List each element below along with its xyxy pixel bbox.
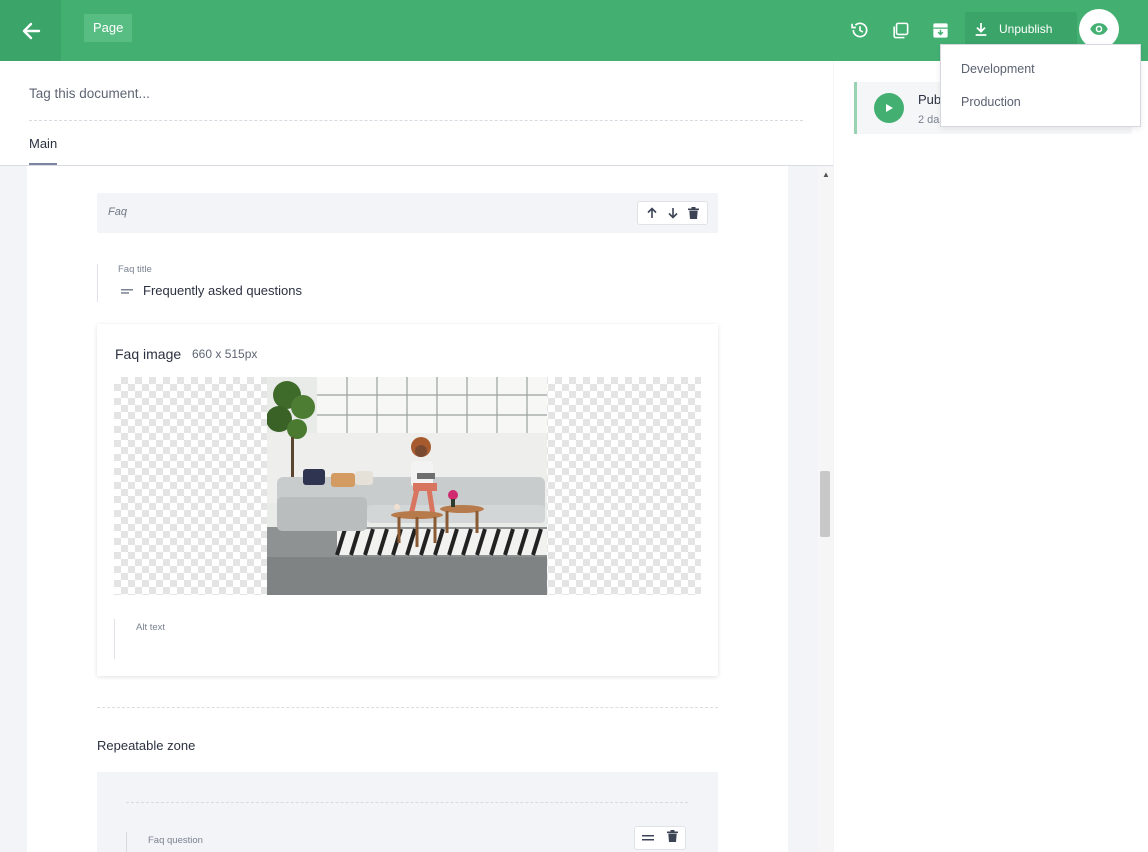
history-button[interactable] <box>848 18 872 42</box>
eye-icon <box>1090 23 1108 35</box>
tab-main[interactable]: Main <box>29 136 58 165</box>
arrow-down-icon <box>668 208 678 219</box>
status-title: Pub <box>918 92 942 107</box>
trash-icon <box>667 830 679 842</box>
archive-icon <box>932 22 948 38</box>
image-dimensions: 660 x 515px <box>192 347 258 361</box>
repeatable-zone: Faq question <box>97 772 718 852</box>
duplicate-icon <box>892 22 908 38</box>
history-icon <box>851 22 868 38</box>
image-preview[interactable] <box>114 377 701 595</box>
play-icon <box>886 104 893 112</box>
drag-handle[interactable] <box>641 829 654 847</box>
faq-title-field[interactable]: Faq title Frequently asked questions <box>97 264 397 302</box>
move-down-button[interactable] <box>667 207 679 219</box>
scroll-up-arrow[interactable]: ▲ <box>822 170 830 179</box>
slice-header: Faq <box>97 193 718 233</box>
status-sidebar: Pub 2 da <box>834 61 1148 852</box>
slice-actions <box>637 201 708 225</box>
faq-question-field[interactable]: Faq question <box>126 832 203 852</box>
preview-button[interactable] <box>1079 9 1119 49</box>
trash-icon <box>687 207 699 219</box>
photo-woman-on-sofa <box>267 377 547 595</box>
slice-title: Faq <box>108 206 127 218</box>
scroll-thumb[interactable] <box>820 471 830 537</box>
image-field-label: Faq image <box>115 346 182 362</box>
delete-slice-button[interactable] <box>687 207 699 219</box>
download-icon <box>975 23 987 36</box>
faq-title-label: Faq title <box>118 264 152 275</box>
section-divider <box>97 707 718 708</box>
repeatable-zone-label: Repeatable zone <box>97 738 196 753</box>
status-subtitle: 2 da <box>918 114 940 126</box>
editor-scroll-area: Faq Faq title Frequently asked questions… <box>0 166 833 852</box>
alt-text-field[interactable]: Alt text <box>114 619 414 659</box>
status-indicator <box>874 93 904 123</box>
arrow-up-icon <box>647 207 657 218</box>
tag-input[interactable] <box>29 83 803 121</box>
vertical-scrollbar[interactable]: ▲ <box>818 166 833 852</box>
arrow-left-icon <box>22 22 40 39</box>
repeatable-divider <box>126 802 688 803</box>
archive-button[interactable] <box>928 18 952 42</box>
editor-panel: Main Faq Faq title <box>0 61 833 852</box>
unpublish-button[interactable]: Unpublish <box>965 12 1077 46</box>
menu-item-development[interactable]: Development <box>961 62 1035 76</box>
delete-item-button[interactable] <box>667 829 679 847</box>
preview-environment-menu: Development Production <box>940 44 1141 127</box>
document-header: Main <box>0 61 833 166</box>
alt-text-label: Alt text <box>136 622 166 633</box>
page-type-chip: Page <box>84 14 133 42</box>
duplicate-button[interactable] <box>888 18 912 42</box>
unpublish-label: Unpublish <box>999 22 1053 36</box>
image-field-card: Faq image 660 x 515px Alt text <box>97 324 718 676</box>
drag-handle-icon <box>641 835 654 841</box>
faq-title-value: Frequently asked questions <box>143 283 302 298</box>
editor-content: Faq Faq title Frequently asked questions… <box>27 166 788 852</box>
faq-question-label: Faq question <box>148 835 203 846</box>
menu-item-production[interactable]: Production <box>961 95 1021 109</box>
repeatable-item-actions <box>634 826 686 850</box>
move-up-button[interactable] <box>646 207 658 219</box>
back-button[interactable] <box>0 0 61 61</box>
text-lines-icon <box>121 289 133 294</box>
